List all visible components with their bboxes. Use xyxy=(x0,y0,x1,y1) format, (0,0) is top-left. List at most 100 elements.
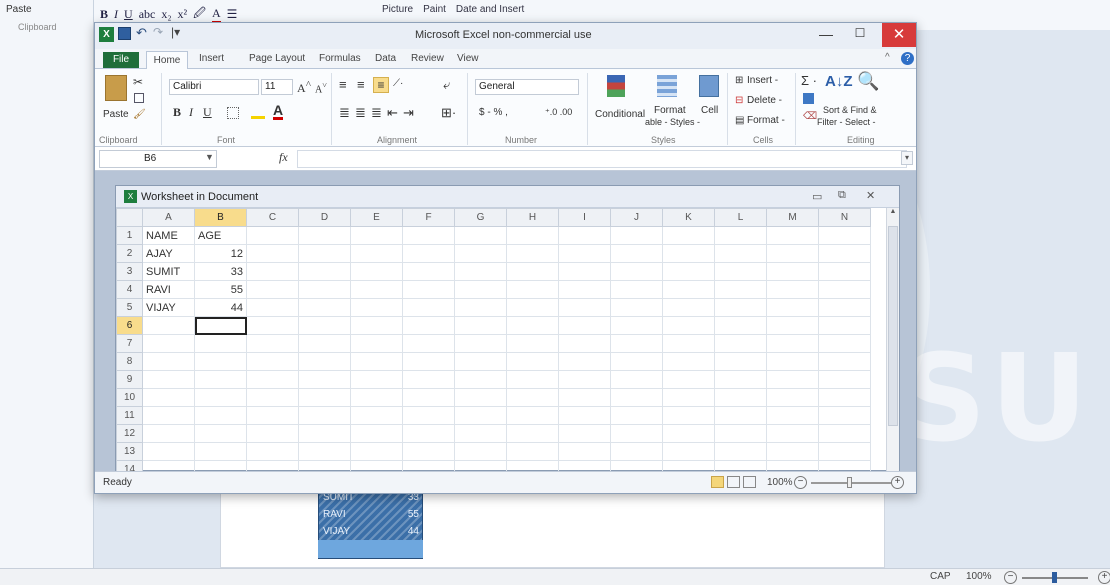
cell[interactable] xyxy=(246,316,299,335)
cell[interactable] xyxy=(454,406,507,425)
worksheet-title-bar[interactable]: X Worksheet in Document ▭ ⧉ ✕ xyxy=(116,186,899,208)
fill-color-icon[interactable] xyxy=(251,105,265,119)
merge-center-icon[interactable]: ⊞· xyxy=(441,105,456,121)
cell[interactable] xyxy=(558,262,611,281)
excel-app-icon[interactable]: X xyxy=(99,27,114,42)
title-bar[interactable]: X ↶ ↷ |▾ Microsoft Excel non-commercial … xyxy=(95,23,916,49)
paste-button[interactable]: Paste xyxy=(103,109,129,120)
delete-cells-button[interactable]: Delete - xyxy=(747,95,782,106)
cell[interactable] xyxy=(558,370,611,389)
cell-a[interactable]: RAVI xyxy=(142,280,195,299)
cell[interactable] xyxy=(662,298,715,317)
cell[interactable] xyxy=(246,280,299,299)
zoom-out-icon[interactable]: − xyxy=(794,476,807,489)
filter-select-button[interactable]: Filter - Select - xyxy=(817,117,876,127)
cell[interactable] xyxy=(714,316,767,335)
cell[interactable] xyxy=(766,316,819,335)
cell[interactable] xyxy=(714,334,767,353)
cell[interactable] xyxy=(766,262,819,281)
cell-b[interactable]: 12 xyxy=(194,244,247,263)
cell[interactable] xyxy=(766,298,819,317)
cell[interactable] xyxy=(662,334,715,353)
cell[interactable] xyxy=(610,334,663,353)
cell[interactable] xyxy=(454,370,507,389)
cell[interactable] xyxy=(558,442,611,461)
cell[interactable] xyxy=(402,442,455,461)
decimal-places-icon[interactable]: ⁺.0 .00 xyxy=(545,107,572,118)
cell[interactable] xyxy=(818,226,871,245)
word-zoom-thumb[interactable] xyxy=(1052,572,1057,583)
insert-function-icon[interactable]: fx xyxy=(279,150,288,165)
cell[interactable] xyxy=(766,442,819,461)
font-name-dropdown[interactable]: Calibri xyxy=(169,79,259,95)
worksheet-restore-button[interactable]: ⧉ xyxy=(838,189,846,202)
cell[interactable] xyxy=(766,370,819,389)
cell[interactable] xyxy=(350,334,403,353)
tab-view[interactable]: View xyxy=(457,53,479,64)
column-header[interactable]: H xyxy=(506,208,559,227)
cell[interactable] xyxy=(818,406,871,425)
zoom-in-icon[interactable]: + xyxy=(891,476,904,489)
cell[interactable] xyxy=(714,352,767,371)
format-as-table-button-line2[interactable]: able - Styles - xyxy=(645,117,700,127)
align-center-icon[interactable]: ≣ xyxy=(355,105,366,121)
cell[interactable] xyxy=(506,406,559,425)
cell[interactable] xyxy=(350,424,403,443)
cell-b[interactable] xyxy=(194,424,247,443)
name-box-dropdown-icon[interactable]: ▼ xyxy=(205,152,214,162)
cell-styles-icon[interactable] xyxy=(699,75,719,97)
cell[interactable] xyxy=(766,388,819,407)
tab-file[interactable]: File xyxy=(103,52,139,68)
cell[interactable] xyxy=(818,442,871,461)
cell[interactable] xyxy=(558,226,611,245)
cell-a[interactable]: AJAY xyxy=(142,244,195,263)
grow-font-icon[interactable]: A˄ xyxy=(297,79,311,96)
cell[interactable] xyxy=(558,244,611,263)
cell[interactable] xyxy=(402,406,455,425)
row-header[interactable]: 3 xyxy=(116,262,143,281)
column-header[interactable]: K xyxy=(662,208,715,227)
close-button[interactable]: ✕ xyxy=(882,23,916,47)
delete-cells-icon[interactable]: ⊟ xyxy=(735,95,743,106)
font-color-icon[interactable]: A xyxy=(211,6,221,23)
cell[interactable] xyxy=(766,226,819,245)
column-header[interactable]: A xyxy=(142,208,195,227)
zoom-level[interactable]: 100% xyxy=(767,477,793,488)
cell[interactable] xyxy=(506,388,559,407)
cell[interactable] xyxy=(246,262,299,281)
tab-home[interactable]: Home xyxy=(146,51,188,70)
increase-indent-icon[interactable]: ⇥ xyxy=(403,105,414,121)
underline-button-icon[interactable]: U xyxy=(203,105,212,120)
fill-icon[interactable] xyxy=(803,93,814,104)
format-painter-icon[interactable]: 🖌 xyxy=(133,109,146,120)
cell[interactable] xyxy=(402,424,455,443)
sort-find-button[interactable]: Sort & Find & xyxy=(823,105,877,115)
cell[interactable] xyxy=(402,370,455,389)
scroll-up-icon[interactable]: ▲ xyxy=(887,208,899,222)
cell[interactable] xyxy=(246,442,299,461)
cell[interactable] xyxy=(506,280,559,299)
cell[interactable] xyxy=(298,280,351,299)
cell[interactable] xyxy=(818,316,871,335)
cell[interactable] xyxy=(662,262,715,281)
cell-a[interactable] xyxy=(142,388,195,407)
cell[interactable] xyxy=(350,370,403,389)
word-zoom-level[interactable]: 100% xyxy=(966,571,992,582)
cell[interactable] xyxy=(818,262,871,281)
cell[interactable] xyxy=(662,442,715,461)
normal-view-icon[interactable] xyxy=(711,476,724,488)
cell[interactable] xyxy=(298,388,351,407)
shrink-font-icon[interactable]: A˅ xyxy=(315,81,327,95)
cell[interactable] xyxy=(714,280,767,299)
row-header[interactable]: 5 xyxy=(116,298,143,317)
name-box[interactable]: B6 xyxy=(99,150,217,168)
cell-b[interactable] xyxy=(194,334,247,353)
cell[interactable] xyxy=(558,352,611,371)
cell[interactable] xyxy=(506,262,559,281)
cell[interactable] xyxy=(818,334,871,353)
row-header[interactable]: 6 xyxy=(116,316,143,335)
cell[interactable] xyxy=(662,424,715,443)
cell[interactable] xyxy=(402,388,455,407)
cell[interactable] xyxy=(298,406,351,425)
cell[interactable] xyxy=(402,262,455,281)
